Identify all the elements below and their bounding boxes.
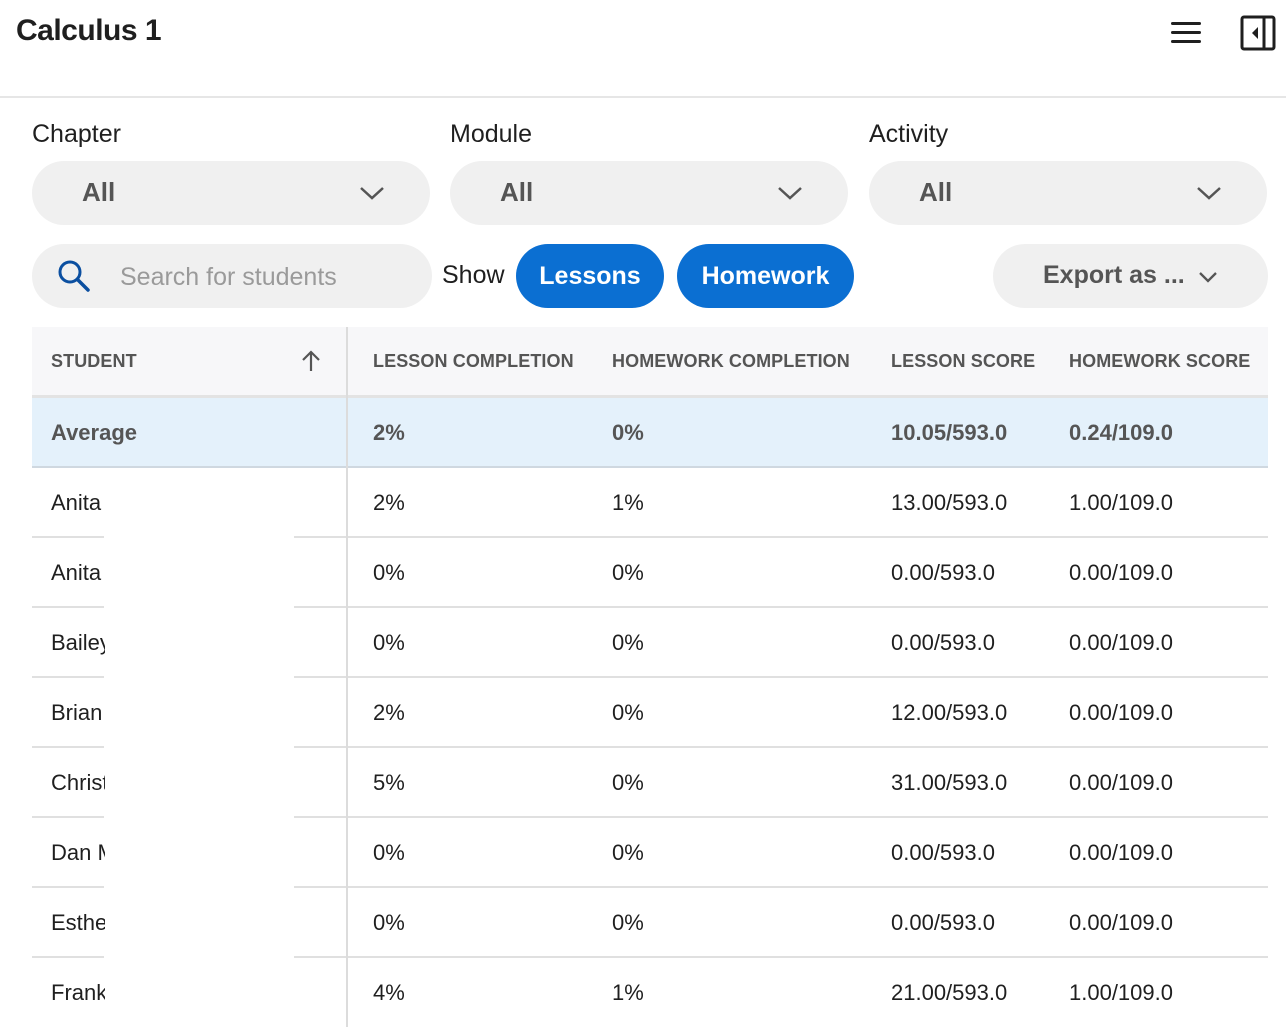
chevron-down-icon <box>778 187 802 200</box>
lesson-completion-cell: 4% <box>373 980 405 1005</box>
table-row[interactable]: Brian 2% 0% 12.00/593.0 0.00/109.0 <box>32 678 1268 748</box>
arrow-up-icon[interactable] <box>300 349 322 373</box>
homework-score-cell: 0.00/109.0 <box>1069 560 1173 585</box>
homework-completion-cell: 0% <box>612 700 644 725</box>
homework-completion-cell: 0% <box>612 560 644 585</box>
average-label: Average <box>51 420 138 445</box>
header-lesson-completion[interactable]: LESSON COMPLETION <box>373 351 574 372</box>
lesson-score-cell: 0.00/593.0 <box>891 910 995 935</box>
homework-score-cell: 1.00/109.0 <box>1069 980 1173 1005</box>
homework-completion-cell: 0% <box>612 840 644 865</box>
homework-score-cell: 0.00/109.0 <box>1069 910 1173 935</box>
lesson-completion-cell: 5% <box>373 770 405 795</box>
header-homework-completion[interactable]: HOMEWORK COMPLETION <box>612 351 850 372</box>
lesson-completion-cell: 2% <box>373 490 405 515</box>
module-label: Module <box>450 120 532 148</box>
collapse-panel-icon[interactable] <box>1240 15 1276 51</box>
search-input[interactable] <box>118 256 412 298</box>
lesson-completion-cell: 0% <box>373 630 405 655</box>
header-lesson-score[interactable]: LESSON SCORE <box>891 351 1035 372</box>
student-name[interactable]: Dan M <box>51 840 105 866</box>
homework-score-cell: 0.00/109.0 <box>1069 840 1173 865</box>
activity-select[interactable]: All <box>869 161 1267 225</box>
average-row: Average 2% 0% 10.05/593.0 0.24/109.0 <box>32 398 1268 468</box>
lesson-completion-cell: 2% <box>373 700 405 725</box>
table-header-row: STUDENT LESSON COMPLETION HOMEWORK COMPL… <box>32 327 1268 398</box>
student-name[interactable]: Frank <box>51 980 105 1006</box>
top-bar: Calculus 1 <box>0 0 1286 98</box>
lesson-score-cell: 0.00/593.0 <box>891 560 995 585</box>
chevron-down-icon <box>1199 272 1217 283</box>
chapter-label: Chapter <box>32 120 121 148</box>
average-homework-completion: 0% <box>612 420 644 445</box>
homework-score-cell: 0.00/109.0 <box>1069 770 1173 795</box>
header-homework-score[interactable]: HOMEWORK SCORE <box>1069 351 1250 372</box>
lesson-completion-cell: 0% <box>373 910 405 935</box>
table-row[interactable]: Anita 0% 0% 0.00/593.0 0.00/109.0 <box>32 538 1268 608</box>
homework-score-cell: 1.00/109.0 <box>1069 490 1173 515</box>
chevron-down-icon <box>1197 187 1221 200</box>
table-row[interactable]: Dan M 0% 0% 0.00/593.0 0.00/109.0 <box>32 818 1268 888</box>
homework-completion-cell: 1% <box>612 490 644 515</box>
chapter-select[interactable]: All <box>32 161 430 225</box>
module-select-value: All <box>500 177 534 207</box>
average-homework-score: 0.24/109.0 <box>1069 420 1173 445</box>
export-label: Export as ... <box>1043 261 1185 289</box>
table-row[interactable]: Anita 2% 1% 13.00/593.0 1.00/109.0 <box>32 468 1268 538</box>
lesson-score-cell: 0.00/593.0 <box>891 840 995 865</box>
lesson-score-cell: 12.00/593.0 <box>891 700 1008 725</box>
lesson-completion-cell: 0% <box>373 560 405 585</box>
table-row[interactable]: Christ 5% 0% 31.00/593.0 0.00/109.0 <box>32 748 1268 818</box>
lesson-score-cell: 21.00/593.0 <box>891 980 1008 1005</box>
homework-score-cell: 0.00/109.0 <box>1069 700 1173 725</box>
lesson-score-cell: 0.00/593.0 <box>891 630 995 655</box>
export-dropdown-button[interactable]: Export as ... <box>993 244 1268 308</box>
module-select[interactable]: All <box>450 161 848 225</box>
student-name[interactable]: Anita <box>51 560 105 586</box>
homework-completion-cell: 0% <box>612 770 644 795</box>
average-lesson-score: 10.05/593.0 <box>891 420 1008 445</box>
homework-score-cell: 0.00/109.0 <box>1069 630 1173 655</box>
student-name[interactable]: Brian <box>51 700 105 726</box>
table-row[interactable]: Frank 4% 1% 21.00/593.0 1.00/109.0 <box>32 958 1268 1028</box>
lesson-completion-cell: 0% <box>373 840 405 865</box>
student-name[interactable]: Esthe <box>51 910 105 936</box>
homework-completion-cell: 0% <box>612 910 644 935</box>
student-name[interactable]: Christ <box>51 770 105 796</box>
column-divider <box>346 327 348 1027</box>
table-row[interactable]: Esthe 0% 0% 0.00/593.0 0.00/109.0 <box>32 888 1268 958</box>
chapter-select-value: All <box>82 177 116 207</box>
student-name[interactable]: Bailey <box>51 630 105 656</box>
homework-toggle-button[interactable]: Homework <box>677 244 854 308</box>
page-title: Calculus 1 <box>16 14 162 47</box>
homework-completion-cell: 0% <box>612 630 644 655</box>
student-name[interactable]: Anita <box>51 490 105 516</box>
search-box <box>32 244 432 308</box>
table-row[interactable]: Bailey 0% 0% 0.00/593.0 0.00/109.0 <box>32 608 1268 678</box>
chevron-down-icon <box>360 187 384 200</box>
activity-label: Activity <box>869 120 949 148</box>
homework-completion-cell: 1% <box>612 980 644 1005</box>
header-student[interactable]: STUDENT <box>51 351 137 372</box>
lesson-score-cell: 13.00/593.0 <box>891 490 1008 515</box>
search-icon <box>58 260 90 292</box>
lesson-score-cell: 31.00/593.0 <box>891 770 1008 795</box>
show-label: Show <box>442 261 505 289</box>
hamburger-menu-icon[interactable] <box>1166 18 1206 48</box>
average-lesson-completion: 2% <box>373 420 405 445</box>
activity-select-value: All <box>919 177 953 207</box>
lessons-toggle-button[interactable]: Lessons <box>516 244 664 308</box>
